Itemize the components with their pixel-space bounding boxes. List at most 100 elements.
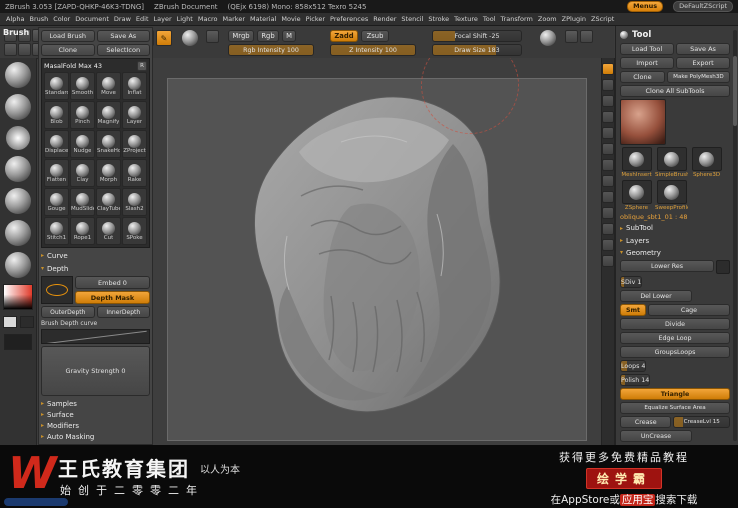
tool-tile[interactable]: SweepProfile3D <box>655 180 688 211</box>
brush-tile[interactable]: Rope1 <box>70 217 95 245</box>
scrollbar-thumb[interactable] <box>733 56 737 126</box>
lower-res-button[interactable]: Lower Res <box>620 260 714 272</box>
rgb-intensity-slider[interactable]: Rgb Intensity 100 <box>228 44 314 56</box>
focal-shift-slider[interactable]: Focal Shift -25 <box>432 30 522 42</box>
gravity-strength-slider[interactable]: Gravity Strength 0 <box>41 346 150 396</box>
dock-button[interactable] <box>602 79 614 91</box>
tool-tile[interactable]: SimpleBrush <box>655 147 688 178</box>
primary-color-swatch[interactable] <box>2 316 17 328</box>
paint-mode-icon[interactable]: ✎ <box>156 30 172 46</box>
save-tool-button[interactable]: Save As <box>676 43 730 56</box>
menu-item[interactable]: Transform <box>499 15 535 23</box>
brush-tile[interactable]: Slash2 <box>122 188 147 216</box>
m-button[interactable]: M <box>282 30 296 42</box>
clone-brush-button[interactable]: Clone <box>41 44 95 56</box>
gradient-icon[interactable] <box>206 30 219 43</box>
layers-section-header[interactable]: Layers <box>626 237 649 245</box>
menu-item[interactable]: Edit <box>134 15 151 23</box>
menu-item[interactable]: Document <box>73 15 111 23</box>
brush-tile[interactable]: Smooth <box>70 72 95 100</box>
menu-item[interactable]: Material <box>248 15 278 23</box>
menu-item[interactable]: ZScript <box>589 15 616 23</box>
brush-tile[interactable]: Stitch1 <box>44 217 69 245</box>
dock-button[interactable] <box>602 95 614 107</box>
crease-button[interactable]: Crease <box>620 416 672 428</box>
dock-button[interactable] <box>602 223 614 235</box>
toolbar-icon[interactable] <box>580 30 593 43</box>
zadd-button[interactable]: Zadd <box>330 30 358 42</box>
dock-button[interactable] <box>602 191 614 203</box>
zscript-button[interactable]: DeFaultZScript <box>673 1 733 12</box>
menu-item[interactable]: Tool <box>481 15 498 23</box>
menu-item[interactable]: ZPlugin <box>560 15 588 23</box>
active-tool-thumbnail[interactable] <box>620 99 666 146</box>
tool-tile[interactable]: Sphere3D <box>690 147 723 178</box>
save-brush-button[interactable]: Save As <box>96 30 150 42</box>
brush-subsection-header[interactable]: ▸ Surface <box>41 409 150 420</box>
menu-item[interactable]: Picker <box>304 15 327 23</box>
export-button[interactable]: Export <box>676 57 730 70</box>
mrgb-button[interactable]: Mrgb <box>228 30 254 42</box>
menu-item[interactable]: Brush <box>27 15 50 23</box>
restore-chip[interactable]: R <box>137 61 147 71</box>
dock-button[interactable] <box>602 127 614 139</box>
stroke-preview-icon[interactable] <box>540 30 556 46</box>
alpha-icon[interactable] <box>6 126 30 150</box>
brush-tile[interactable]: SnakeHook <box>96 130 121 158</box>
toolbar-icon[interactable] <box>4 43 17 56</box>
z-intensity-slider[interactable]: Z Intensity 100 <box>330 44 416 56</box>
curve-section-header[interactable]: Curve <box>47 252 68 260</box>
toolbar-icon[interactable] <box>565 30 578 43</box>
make-polymesh-button[interactable]: Make PolyMesh3D <box>666 71 730 84</box>
smt-toggle[interactable]: Smt <box>620 304 646 316</box>
menu-item[interactable]: Macro <box>196 15 220 23</box>
material-icon[interactable] <box>5 188 31 214</box>
tool-panel-scrollbar[interactable] <box>733 30 737 441</box>
menu-item[interactable]: Render <box>371 15 398 23</box>
load-tool-button[interactable]: Load Tool <box>620 43 674 56</box>
edge-loop-button[interactable]: Edge Loop <box>620 332 730 344</box>
clone-tool-button[interactable]: Clone <box>620 71 665 84</box>
dock-button[interactable] <box>602 63 614 75</box>
select-icon-button[interactable]: SelectIcon <box>96 44 150 56</box>
stroke-type-icon[interactable] <box>5 94 31 120</box>
dock-button[interactable] <box>602 207 614 219</box>
zsub-button[interactable]: Zsub <box>361 30 389 42</box>
load-brush-button[interactable]: Load Brush <box>41 30 95 42</box>
brush-tile[interactable]: Rake <box>122 159 147 187</box>
brush-tile[interactable]: Pinch <box>70 101 95 129</box>
dock-button[interactable] <box>602 159 614 171</box>
secondary-color-swatch[interactable] <box>19 316 34 328</box>
material-preview-icon[interactable] <box>182 30 198 46</box>
brush-tile[interactable]: Layer <box>122 101 147 129</box>
brush-tile[interactable]: Flatten <box>44 159 69 187</box>
material-icon-3[interactable] <box>5 252 31 278</box>
brush-tile[interactable]: Cut <box>96 217 121 245</box>
brush-subsection-header[interactable]: ▸ Auto Masking <box>41 431 150 442</box>
inner-depth-button[interactable]: InnerDepth <box>96 306 150 318</box>
brush-tile[interactable]: Move <box>96 72 121 100</box>
depth-mask-button[interactable]: Depth Mask <box>75 291 150 304</box>
brush-tile[interactable]: Blob <box>44 101 69 129</box>
loops-slider[interactable]: Loops 4 <box>620 360 647 372</box>
dock-button[interactable] <box>602 175 614 187</box>
menu-item[interactable]: Zoom <box>536 15 559 23</box>
del-lower-button[interactable]: Del Lower <box>620 290 692 302</box>
embed-slider[interactable]: Embed 0 <box>75 276 150 289</box>
menu-item[interactable]: Texture <box>452 15 480 23</box>
menu-item[interactable]: Preferences <box>328 15 370 23</box>
triangle-button[interactable]: Triangle <box>620 388 730 400</box>
tool-tile[interactable]: MeshInsert <box>620 147 653 178</box>
menu-item[interactable]: Draw <box>112 15 133 23</box>
draw-size-slider[interactable]: Draw Size 183 <box>432 44 522 56</box>
menu-item[interactable]: Stencil <box>399 15 425 23</box>
texture-icon[interactable] <box>5 156 31 182</box>
depth-section-header[interactable]: Depth <box>47 265 68 273</box>
brush-tile[interactable]: Displace <box>44 130 69 158</box>
menu-item[interactable]: Marker <box>221 15 247 23</box>
menu-item[interactable]: Stroke <box>426 15 451 23</box>
geometry-section-header[interactable]: Geometry <box>626 249 661 257</box>
groups-loops-button[interactable]: GroupsLoops <box>620 346 730 358</box>
divide-button[interactable]: Divide <box>620 318 730 330</box>
brush-tile[interactable]: Inflat <box>122 72 147 100</box>
